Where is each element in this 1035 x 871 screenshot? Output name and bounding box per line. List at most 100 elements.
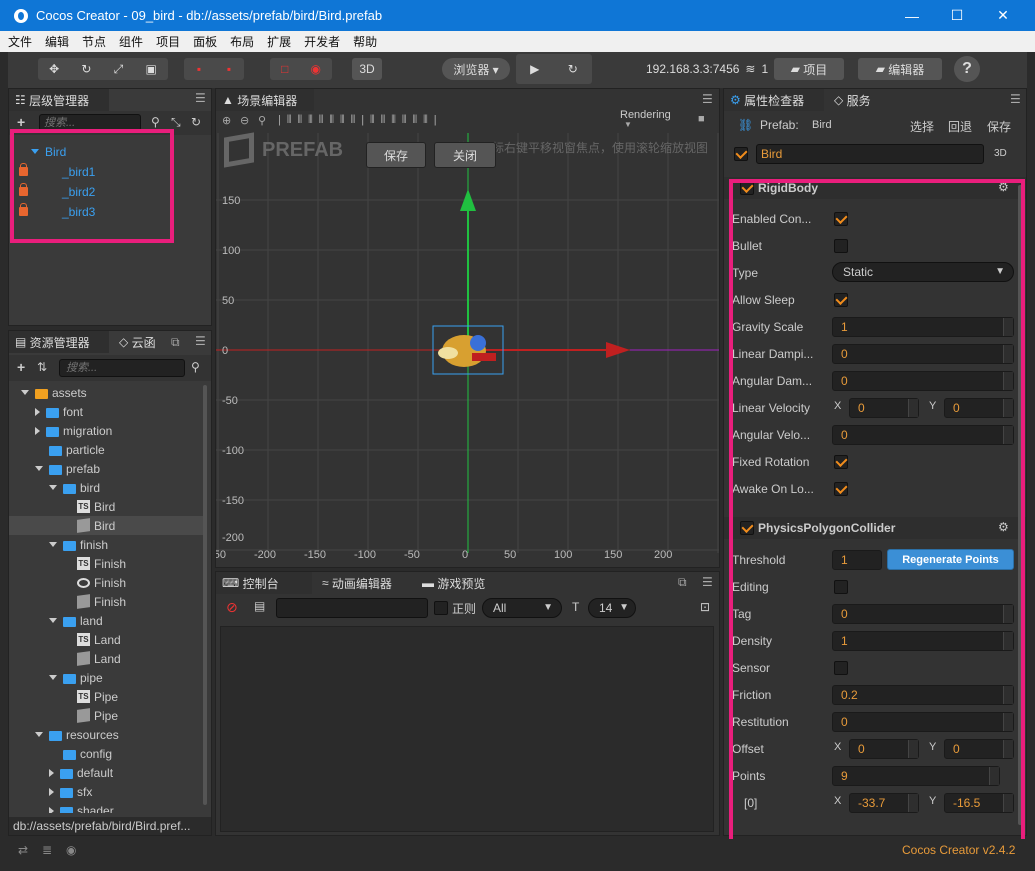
asset-item[interactable]: Finish [9, 592, 203, 611]
asset-item[interactable]: TS Pipe [9, 687, 203, 706]
scale-tool-icon[interactable]: ⤢ [114, 62, 124, 77]
help-button[interactable]: ? [954, 56, 980, 82]
scene-viewport[interactable]: 150 100 50 0 -50 -100 -150 -200 -250 -200 -150 -100… [216, 133, 719, 563]
tab-cloud[interactable]: ◇ 云函 [113, 331, 162, 353]
browser-select[interactable]: 浏览器 ▾ [442, 58, 510, 80]
expand-icon[interactable] [35, 466, 43, 471]
tab-console[interactable]: ⌨ 控制台 [216, 572, 312, 594]
asset-item[interactable]: pipe [9, 668, 203, 687]
menu-item[interactable]: 帮助 [353, 33, 377, 50]
add-node-icon[interactable]: + [17, 114, 25, 130]
asset-item[interactable]: font [9, 402, 203, 421]
menu-item[interactable]: 项目 [156, 33, 180, 50]
open-project-button[interactable]: ▰ 项目 [774, 58, 844, 80]
menu-item[interactable]: 面板 [193, 33, 217, 50]
zoom-reset-icon[interactable]: ⚲ [258, 114, 266, 127]
expand-icon[interactable] [49, 768, 54, 777]
asset-item[interactable]: sfx [9, 782, 203, 801]
panel-menu-icon[interactable]: ☰ [1010, 92, 1021, 106]
menu-item[interactable]: 开发者 [304, 33, 340, 50]
gizmo-rect-icon[interactable]: □ [281, 62, 288, 76]
search-icon[interactable]: ⚲ [191, 360, 200, 374]
expand-icon[interactable] [49, 485, 57, 490]
expand-icon[interactable] [35, 426, 40, 435]
gizmo-tools[interactable]: □ ◉ [270, 58, 332, 80]
align-tools-icon[interactable]: |⫴⫴⫴⫴⫴⫴⫴|⫴⫴⫴⫴⫴⫴| [278, 114, 443, 127]
refresh-button[interactable]: ↻ [568, 62, 578, 76]
menu-item[interactable]: 组件 [119, 33, 143, 50]
asset-item[interactable]: Finish [9, 573, 203, 592]
play-button[interactable]: ▶ [530, 62, 539, 76]
minimize-button[interactable]: — [889, 0, 935, 31]
popout-icon[interactable]: ⧉ [678, 575, 687, 590]
tab-assets[interactable]: ▤ 资源管理器 [9, 331, 109, 353]
menu-item[interactable]: 扩展 [267, 33, 291, 50]
assets-search-input[interactable] [59, 359, 185, 377]
expand-icon[interactable] [49, 787, 54, 796]
rotate-tool-icon[interactable]: ↻ [81, 62, 91, 76]
open-log-icon[interactable]: ▤ [254, 599, 265, 613]
pivot-icon[interactable]: ▪ [197, 62, 201, 76]
rect-tool-icon[interactable]: ▣ [146, 62, 157, 76]
font-size-select[interactable]: 14 ▼ [588, 598, 636, 618]
asset-item[interactable]: particle [9, 440, 203, 459]
tab-inspector[interactable]: ⚙ 属性检查器 [724, 89, 824, 111]
prefab-select-button[interactable]: 选择 [910, 118, 934, 135]
pivot-tools[interactable]: ▪ ▪ [184, 58, 244, 80]
asset-item[interactable]: TS Bird [9, 497, 203, 516]
tab-scene[interactable]: ▲ 场景编辑器 [216, 89, 314, 111]
asset-item[interactable]: assets [9, 383, 203, 402]
assets-scrollbar[interactable] [203, 385, 207, 805]
asset-item[interactable]: finish [9, 535, 203, 554]
zoom-in-icon[interactable]: ⊕ [222, 114, 231, 127]
asset-item[interactable]: bird [9, 478, 203, 497]
collapse-icon[interactable]: ⤡ [171, 115, 181, 130]
tab-services[interactable]: ◇ 服务 [828, 89, 877, 111]
expand-icon[interactable] [49, 806, 54, 813]
menu-item[interactable]: 编辑 [45, 33, 69, 50]
search-icon[interactable]: ⚲ [151, 115, 160, 129]
asset-item[interactable]: TS Finish [9, 554, 203, 573]
asset-item[interactable]: shader [9, 801, 203, 813]
menu-item[interactable]: 节点 [82, 33, 106, 50]
collapse-console-icon[interactable]: ⊡ [700, 600, 710, 614]
move-tool-icon[interactable]: ✥ [49, 62, 59, 76]
asset-item[interactable]: prefab [9, 459, 203, 478]
transform-tools[interactable]: ✥ ↻ ⤢ ▣ [38, 58, 168, 80]
asset-item[interactable]: TS Land [9, 630, 203, 649]
clear-console-icon[interactable]: ⊘ [226, 599, 238, 616]
panel-menu-icon[interactable]: ☰ [195, 91, 206, 105]
expand-icon[interactable] [49, 675, 57, 680]
expand-icon[interactable] [49, 618, 57, 623]
asset-item[interactable]: migration [9, 421, 203, 440]
gizmo-snap-icon[interactable]: ◉ [310, 62, 320, 76]
global-icon[interactable]: ▪ [227, 62, 231, 76]
sync-icon[interactable]: ⇄ [18, 843, 28, 857]
asset-item[interactable]: Land [9, 649, 203, 668]
close-button[interactable]: ✕ [980, 0, 1026, 31]
prefab-revert-button[interactable]: 回退 [948, 118, 972, 135]
expand-icon[interactable] [49, 542, 57, 547]
log-level-select[interactable]: All ▼ [482, 598, 562, 618]
sort-icon[interactable]: ⇅ [37, 360, 47, 374]
panel-menu-icon[interactable]: ☰ [195, 334, 206, 348]
expand-icon[interactable] [35, 407, 40, 416]
prefab-close-button[interactable]: 关闭 [434, 142, 496, 168]
node-name-input[interactable]: Bird [756, 144, 984, 164]
panel-menu-icon[interactable]: ☰ [702, 575, 713, 589]
tab-game-preview[interactable]: ▬ 游戏预览 [416, 572, 491, 594]
asset-item[interactable]: Bird [9, 516, 203, 535]
refresh-icon[interactable]: ↻ [191, 115, 201, 129]
tab-hierarchy[interactable]: ☷ 层级管理器 [9, 89, 109, 111]
database-icon[interactable]: ≣ [42, 843, 52, 857]
regex-checkbox[interactable] [434, 601, 448, 615]
rendering-dropdown-icon[interactable]: ▼ [624, 120, 632, 129]
node-active-checkbox[interactable] [734, 147, 748, 161]
asset-item[interactable]: config [9, 744, 203, 763]
add-asset-icon[interactable]: + [17, 359, 25, 375]
asset-item[interactable]: resources [9, 725, 203, 744]
asset-item[interactable]: land [9, 611, 203, 630]
3d-toggle-button[interactable]: 3D [352, 58, 382, 80]
menu-item[interactable]: 布局 [230, 33, 254, 50]
camera-icon[interactable]: ■ [698, 113, 705, 125]
